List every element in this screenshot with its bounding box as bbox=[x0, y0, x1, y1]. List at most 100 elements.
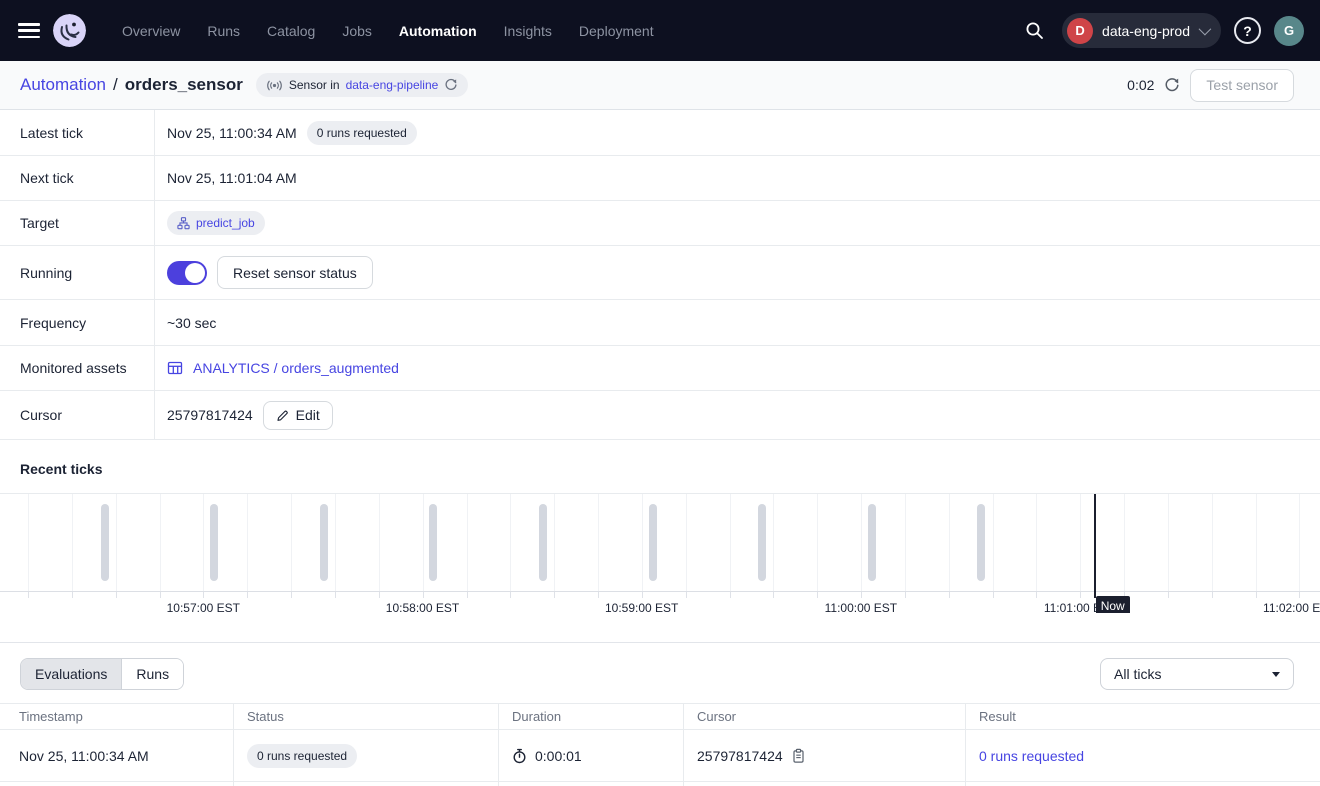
row-target: Target predict_job bbox=[0, 201, 1320, 246]
tick-bar[interactable] bbox=[649, 504, 657, 581]
tick-timeline[interactable]: 10:57:00 EST10:58:00 EST10:59:00 EST11:0… bbox=[0, 493, 1320, 613]
row-label: Next tick bbox=[0, 156, 155, 200]
tick-bar[interactable] bbox=[101, 504, 109, 581]
edit-cursor-button[interactable]: Edit bbox=[263, 401, 333, 430]
status-badge: 0 runs requested bbox=[247, 744, 357, 768]
help-icon[interactable]: ? bbox=[1234, 17, 1261, 44]
timeline-axis-tick bbox=[1036, 592, 1037, 598]
nav-item-deployment[interactable]: Deployment bbox=[579, 23, 654, 39]
tick-bar[interactable] bbox=[977, 504, 985, 581]
timeline-axis-tick bbox=[773, 592, 774, 598]
nav-item-overview[interactable]: Overview bbox=[122, 23, 180, 39]
nav-item-insights[interactable]: Insights bbox=[504, 23, 552, 39]
timeline-axis-tick bbox=[1299, 592, 1300, 598]
breadcrumb-automation[interactable]: Automation bbox=[20, 75, 106, 95]
workspace-switcher[interactable]: D data-eng-prod bbox=[1062, 13, 1221, 48]
monitored-asset-link[interactable]: ANALYTICS / orders_augmented bbox=[193, 360, 399, 376]
timeline-gridline bbox=[1212, 494, 1213, 591]
target-job-link[interactable]: predict_job bbox=[196, 216, 255, 230]
row-label: Cursor bbox=[0, 391, 155, 439]
timeline-axis-tick bbox=[467, 592, 468, 598]
row-label: Latest tick bbox=[0, 110, 155, 155]
table-row-partial bbox=[0, 782, 1320, 786]
tick-view-tabs: Evaluations Runs bbox=[20, 658, 184, 690]
asset-table-icon bbox=[167, 360, 183, 376]
timeline-axis-label: 11:02:00 EST bbox=[1263, 601, 1320, 613]
col-cursor: Cursor bbox=[683, 704, 965, 729]
timeline-axis-tick bbox=[598, 592, 599, 598]
refresh-countdown: 0:02 bbox=[1127, 77, 1154, 93]
dagster-logo[interactable] bbox=[53, 14, 86, 47]
tick-bar[interactable] bbox=[868, 504, 876, 581]
avatar[interactable]: G bbox=[1274, 16, 1304, 46]
search-icon[interactable] bbox=[1019, 16, 1049, 46]
row-cursor: Cursor 25797817424 Edit bbox=[0, 391, 1320, 440]
copy-cursor-icon[interactable] bbox=[791, 748, 806, 764]
nav-item-jobs[interactable]: Jobs bbox=[342, 23, 372, 39]
caret-down-icon bbox=[1272, 672, 1280, 677]
timeline-gridline bbox=[116, 494, 117, 591]
timeline-axis-tick bbox=[686, 592, 687, 598]
row-latest-tick: Latest tick Nov 25, 11:00:34 AM 0 runs r… bbox=[0, 110, 1320, 156]
timeline-axis-tick bbox=[1080, 592, 1081, 598]
tab-evaluations[interactable]: Evaluations bbox=[21, 659, 121, 689]
latest-tick-time: Nov 25, 11:00:34 AM bbox=[167, 125, 297, 141]
latest-tick-status-badge: 0 runs requested bbox=[307, 121, 417, 145]
timeline-axis-tick bbox=[423, 592, 424, 598]
test-sensor-button[interactable]: Test sensor bbox=[1190, 69, 1294, 102]
sensor-details: Latest tick Nov 25, 11:00:34 AM 0 runs r… bbox=[0, 110, 1320, 440]
tick-bar[interactable] bbox=[429, 504, 437, 581]
nav-item-automation[interactable]: Automation bbox=[399, 23, 477, 39]
page-title: orders_sensor bbox=[125, 75, 243, 95]
stopwatch-icon bbox=[512, 748, 527, 764]
now-marker-line bbox=[1094, 494, 1096, 598]
row-label: Running bbox=[0, 246, 155, 299]
sensor-type-label: Sensor in bbox=[289, 78, 340, 92]
tick-filter-select[interactable]: All ticks bbox=[1100, 658, 1294, 690]
timeline-gridline bbox=[72, 494, 73, 591]
timeline-axis-tick bbox=[949, 592, 950, 598]
timeline-axis-tick bbox=[1212, 592, 1213, 598]
timeline-axis-tick bbox=[335, 592, 336, 598]
recent-ticks-heading: Recent ticks bbox=[20, 461, 1320, 477]
target-job-pill[interactable]: predict_job bbox=[167, 211, 265, 235]
row-monitored-assets: Monitored assets ANALYTICS / orders_augm… bbox=[0, 346, 1320, 391]
next-tick-time: Nov 25, 11:01:04 AM bbox=[167, 170, 297, 186]
timeline-gridline bbox=[203, 494, 204, 591]
tick-bar[interactable] bbox=[758, 504, 766, 581]
nav-item-runs[interactable]: Runs bbox=[207, 23, 240, 39]
row-label: Target bbox=[0, 201, 155, 245]
running-toggle[interactable] bbox=[167, 261, 207, 285]
tick-bar[interactable] bbox=[320, 504, 328, 581]
reload-repo-icon[interactable] bbox=[444, 78, 458, 92]
timeline-gridline bbox=[817, 494, 818, 591]
refresh-icon[interactable] bbox=[1164, 77, 1180, 93]
timeline-gridline bbox=[1036, 494, 1037, 591]
page-header: Automation / orders_sensor Sensor in dat… bbox=[0, 61, 1320, 110]
nav-links: Overview Runs Catalog Jobs Automation Insight… bbox=[122, 23, 654, 39]
timeline-axis-tick bbox=[1256, 592, 1257, 598]
timeline-axis-tick bbox=[72, 592, 73, 598]
timeline-gridline bbox=[335, 494, 336, 591]
cursor-value: 25797817424 bbox=[167, 407, 253, 423]
tab-runs[interactable]: Runs bbox=[121, 659, 183, 689]
timeline-gridline bbox=[554, 494, 555, 591]
timeline-axis-tick bbox=[116, 592, 117, 598]
timeline-axis-label: 10:57:00 EST bbox=[167, 601, 240, 613]
row-frequency: Frequency ~30 sec bbox=[0, 300, 1320, 346]
nav-item-catalog[interactable]: Catalog bbox=[267, 23, 315, 39]
reset-sensor-status-button[interactable]: Reset sensor status bbox=[217, 256, 373, 289]
timeline-gridline bbox=[1080, 494, 1081, 591]
tick-bar[interactable] bbox=[539, 504, 547, 581]
row-label: Frequency bbox=[0, 300, 155, 345]
tick-bar[interactable] bbox=[210, 504, 218, 581]
timeline-axis-label: 10:58:00 EST bbox=[386, 601, 459, 613]
timeline-axis-tick bbox=[905, 592, 906, 598]
timeline-gridline bbox=[1299, 494, 1300, 591]
timeline-gridline bbox=[28, 494, 29, 591]
hamburger-icon[interactable] bbox=[18, 23, 40, 38]
tick-filter-value: All ticks bbox=[1114, 666, 1161, 682]
job-icon bbox=[177, 217, 190, 230]
result-link[interactable]: 0 runs requested bbox=[979, 748, 1084, 764]
repo-link[interactable]: data-eng-pipeline bbox=[346, 78, 439, 92]
